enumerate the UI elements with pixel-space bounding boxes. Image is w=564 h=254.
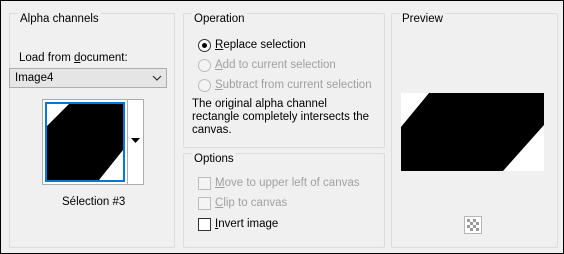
alpha-channel-thumbnail-image	[45, 102, 125, 182]
replace-selection-label[interactable]: Replace selection	[215, 39, 306, 51]
document-select-value: Image4	[15, 72, 54, 84]
operation-title: Operation	[192, 13, 247, 25]
checkerboard-icon[interactable]	[464, 216, 482, 234]
move-to-upper-left-checkbox[interactable]	[198, 177, 211, 190]
invert-image-checkbox[interactable]	[198, 218, 211, 231]
replace-selection-radio[interactable]	[198, 39, 211, 52]
operation-message-line2: rectangle completely intersects the	[192, 111, 370, 123]
load-from-document-label: Load from document:	[19, 52, 128, 64]
preview-title: Preview	[400, 13, 445, 25]
operation-message-line1: The original alpha channel	[192, 98, 327, 110]
clip-to-canvas-label[interactable]: Clip to canvas	[215, 197, 287, 209]
alpha-channels-title: Alpha channels	[18, 13, 101, 25]
options-title: Options	[192, 153, 236, 165]
clip-to-canvas-checkbox[interactable]	[198, 197, 211, 210]
add-to-selection-radio[interactable]	[198, 59, 211, 72]
add-to-selection-label[interactable]: Add to current selection	[215, 59, 336, 71]
preview-image	[401, 93, 544, 171]
chevron-down-icon	[152, 75, 162, 81]
invert-image-label[interactable]: Invert image	[215, 218, 278, 230]
thumbnail-dropdown-button[interactable]	[128, 99, 144, 185]
alpha-channel-thumbnail[interactable]	[42, 99, 128, 185]
selection-caption: Sélection #3	[62, 196, 126, 208]
operation-message-line3: canvas.	[192, 124, 232, 136]
subtract-from-selection-label[interactable]: Subtract from current selection	[215, 79, 372, 91]
document-select[interactable]: Image4	[9, 68, 167, 88]
move-to-upper-left-label[interactable]: Move to upper left of canvas	[215, 177, 359, 189]
subtract-from-selection-radio[interactable]	[198, 79, 211, 92]
triangle-down-icon	[131, 138, 140, 143]
